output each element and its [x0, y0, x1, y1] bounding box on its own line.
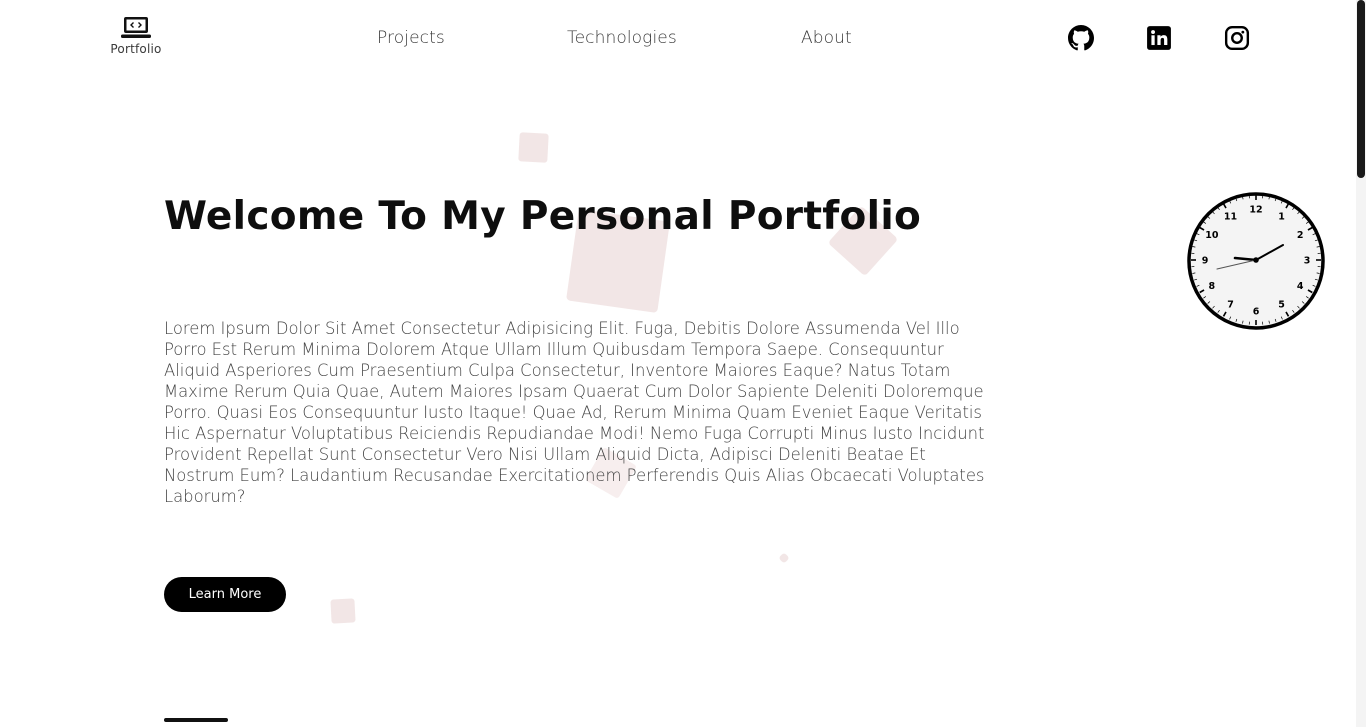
learn-more-button[interactable]: Learn More — [164, 577, 286, 612]
nav-about[interactable]: About — [801, 28, 852, 48]
clock-center — [1253, 257, 1259, 263]
github-link[interactable] — [1068, 25, 1094, 51]
decor-square — [330, 598, 356, 624]
linkedin-icon — [1147, 26, 1171, 50]
clock-number: 4 — [1297, 281, 1304, 292]
decor-square — [518, 132, 549, 163]
clock-number: 10 — [1205, 230, 1219, 241]
linkedin-link[interactable] — [1146, 25, 1172, 51]
laptop-code-icon — [121, 17, 151, 38]
page-scrollbar[interactable] — [1356, 0, 1366, 727]
github-icon — [1068, 25, 1094, 51]
decor-square — [778, 552, 790, 564]
instagram-link[interactable] — [1224, 25, 1250, 51]
clock-number: 12 — [1249, 205, 1262, 216]
logo-label: Portfolio — [110, 42, 162, 56]
hero-title: Welcome To My Personal Portfolio — [164, 194, 922, 239]
scrollbar-thumb[interactable] — [1357, 0, 1365, 178]
clock-number: 7 — [1227, 300, 1234, 311]
instagram-icon — [1224, 25, 1250, 51]
clock-number: 6 — [1253, 307, 1260, 318]
hero-description: Lorem Ipsum Dolor Sit Amet Consectetur A… — [164, 319, 985, 506]
clock-number: 9 — [1202, 256, 1209, 267]
clock-number: 1 — [1278, 211, 1285, 222]
clock-number: 11 — [1224, 211, 1237, 222]
nav-projects[interactable]: Projects — [377, 28, 445, 48]
analog-clock: 121234567891011 — [1187, 192, 1325, 330]
clock-number: 5 — [1278, 300, 1285, 311]
site-header: Portfolio Projects Technologies About — [0, 0, 1356, 76]
clock-number: 2 — [1297, 230, 1304, 241]
clock-number: 3 — [1304, 256, 1311, 267]
clock-number: 8 — [1209, 281, 1216, 292]
nav-technologies[interactable]: Technologies — [567, 28, 677, 48]
section-divider — [164, 718, 228, 722]
page: Portfolio Projects Technologies About We… — [0, 0, 1366, 727]
logo-link[interactable]: Portfolio — [104, 16, 168, 56]
